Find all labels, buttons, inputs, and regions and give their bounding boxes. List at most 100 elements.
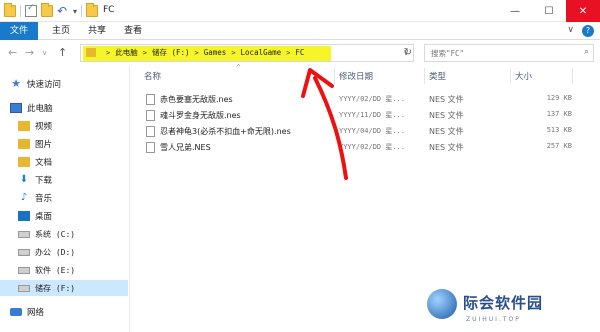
- watermark-logo: [427, 289, 457, 319]
- file-row[interactable]: 魂斗罗金身无敌版.nes YYYY/11/DD 星... NES 文件 137 …: [132, 108, 600, 123]
- folder-icon: [4, 3, 16, 17]
- sidebar-item-label: 软件 (E:): [35, 265, 76, 275]
- address-bar[interactable]: > 此电脑 > 储存 (F:) > Games > LocalGame > FC…: [80, 44, 414, 62]
- undo-icon[interactable]: ↶: [57, 5, 69, 17]
- column-header-type[interactable]: 类型: [429, 70, 446, 82]
- file-icon: [146, 142, 155, 153]
- sidebar-item-desktop[interactable]: 桌面: [0, 208, 128, 224]
- window-controls: — ☐ ✕: [498, 0, 600, 22]
- pictures-folder-icon: [18, 139, 30, 149]
- breadcrumb: > 此电脑 > 储存 (F:) > Games > LocalGame > FC: [106, 47, 305, 58]
- file-icon: [146, 110, 155, 121]
- forward-arrow-icon[interactable]: →: [25, 46, 34, 59]
- customize-dropdown-icon[interactable]: ▾: [73, 7, 77, 16]
- file-date: YYYY/02/DD 星...: [339, 143, 406, 151]
- recent-dropdown-icon[interactable]: ∨: [42, 49, 47, 57]
- sidebar-item-pictures[interactable]: 图片: [0, 136, 128, 152]
- folder-icon: [86, 48, 96, 57]
- sidebar-item-label: 文档: [35, 158, 53, 168]
- column-divider[interactable]: [334, 68, 335, 84]
- search-input[interactable]: [425, 45, 575, 61]
- sidebar-item-documents[interactable]: 文档: [0, 154, 128, 170]
- tab-file[interactable]: 文件: [0, 22, 38, 40]
- file-row[interactable]: 忍者神龟3(必杀不扣血+命无限).nes YYYY/04/DD 星... NES…: [132, 124, 600, 139]
- file-icon: [146, 126, 155, 137]
- file-name: 赤色要塞无敌版.nes: [160, 95, 233, 104]
- breadcrumb-fc[interactable]: FC: [295, 48, 304, 57]
- file-size: 129 KB: [546, 94, 572, 102]
- drive-icon: [18, 266, 30, 274]
- file-date: YYYY/02/DD 星...: [339, 95, 406, 103]
- tab-home[interactable]: 主页: [48, 22, 74, 40]
- breadcrumb-drive-f[interactable]: 储存 (F:): [152, 47, 190, 58]
- sidebar-item-drive-f[interactable]: 储存 (F:): [0, 280, 128, 296]
- back-arrow-icon[interactable]: ←: [8, 46, 17, 59]
- watermark-subtitle: ZUIHUI.TOP: [466, 316, 521, 323]
- watermark-title: 际会软件园: [463, 294, 544, 312]
- up-arrow-icon[interactable]: ↑: [58, 46, 67, 59]
- file-name: 忍者神龟3(必杀不扣血+命无限).nes: [160, 127, 291, 136]
- title-bar: ↶ ▾ FC — ☐ ✕: [0, 0, 600, 22]
- close-button[interactable]: ✕: [566, 0, 600, 22]
- file-name: 雪人兄弟.NES: [160, 143, 211, 152]
- properties-icon[interactable]: [25, 3, 37, 17]
- maximize-button[interactable]: ☐: [532, 0, 566, 22]
- expand-ribbon-icon[interactable]: ∨: [567, 25, 574, 37]
- sidebar-item-drive-c[interactable]: 系统 (C:): [0, 226, 128, 242]
- column-divider[interactable]: [424, 68, 425, 84]
- file-size: 257 KB: [546, 142, 572, 150]
- drive-icon: [18, 248, 30, 256]
- sidebar-item-this-pc[interactable]: 此电脑: [0, 100, 128, 116]
- sidebar-item-network[interactable]: 网络: [0, 304, 128, 320]
- tab-share[interactable]: 共享: [84, 22, 110, 40]
- sidebar-item-label: 下载: [35, 176, 53, 186]
- new-folder-icon[interactable]: [41, 3, 53, 17]
- sidebar-item-drive-d[interactable]: 办公 (D:): [0, 244, 128, 260]
- sidebar-item-label: 此电脑: [27, 104, 53, 114]
- search-box[interactable]: ⌕: [424, 44, 594, 62]
- sidebar-item-downloads[interactable]: ⬇ 下载: [0, 172, 128, 188]
- file-row[interactable]: 雪人兄弟.NES YYYY/02/DD 星... NES 文件 257 KB: [132, 140, 600, 155]
- column-header-modified[interactable]: 修改日期: [339, 70, 373, 82]
- divider: [20, 5, 21, 17]
- sidebar-item-label: 图片: [35, 140, 53, 150]
- file-type: NES 文件: [429, 127, 464, 136]
- window-title: FC: [103, 5, 115, 15]
- sidebar-item-label: 视频: [35, 122, 53, 132]
- help-icon[interactable]: ?: [582, 25, 594, 37]
- file-date: YYYY/11/DD 星...: [339, 111, 406, 119]
- sidebar-item-label: 系统 (C:): [35, 229, 76, 239]
- file-type: NES 文件: [429, 143, 464, 152]
- sidebar-item-quick-access[interactable]: ★ 快速访问: [0, 76, 128, 92]
- sidebar-item-label: 音乐: [35, 194, 53, 204]
- sidebar-item-videos[interactable]: 视频: [0, 118, 128, 134]
- file-size: 513 KB: [546, 126, 572, 134]
- breadcrumb-games[interactable]: Games: [204, 48, 227, 57]
- file-type: NES 文件: [429, 111, 464, 120]
- window-folder-icon: [86, 3, 99, 17]
- tab-view[interactable]: 查看: [120, 22, 146, 40]
- sort-up-icon: ^: [236, 64, 242, 71]
- breadcrumb-localgame[interactable]: LocalGame: [241, 48, 282, 57]
- file-size: 137 KB: [546, 110, 572, 118]
- refresh-icon[interactable]: ↻: [400, 44, 416, 62]
- sidebar-item-drive-e[interactable]: 软件 (E:): [0, 262, 128, 278]
- breadcrumb-this-pc[interactable]: 此电脑: [115, 47, 138, 58]
- column-header-name[interactable]: 名称: [144, 70, 161, 82]
- column-divider[interactable]: [572, 68, 573, 84]
- sidebar-item-music[interactable]: ♪ 音乐: [0, 190, 128, 206]
- column-headers: ^ 名称 修改日期 类型 大小: [132, 64, 600, 84]
- desktop-icon: [18, 211, 30, 221]
- network-icon: [10, 308, 22, 316]
- minimize-button[interactable]: —: [498, 0, 532, 22]
- documents-folder-icon: [18, 157, 30, 167]
- drive-icon: [18, 230, 30, 238]
- video-folder-icon: [18, 121, 30, 131]
- star-icon: ★: [11, 77, 21, 90]
- file-row[interactable]: 赤色要塞无敌版.nes YYYY/02/DD 星... NES 文件 129 K…: [132, 92, 600, 107]
- download-icon: ⬇: [19, 174, 29, 185]
- column-header-size[interactable]: 大小: [515, 70, 532, 82]
- computer-icon: [10, 103, 22, 113]
- column-divider[interactable]: [510, 68, 511, 84]
- ribbon-right-controls: ∨ ?: [567, 25, 594, 37]
